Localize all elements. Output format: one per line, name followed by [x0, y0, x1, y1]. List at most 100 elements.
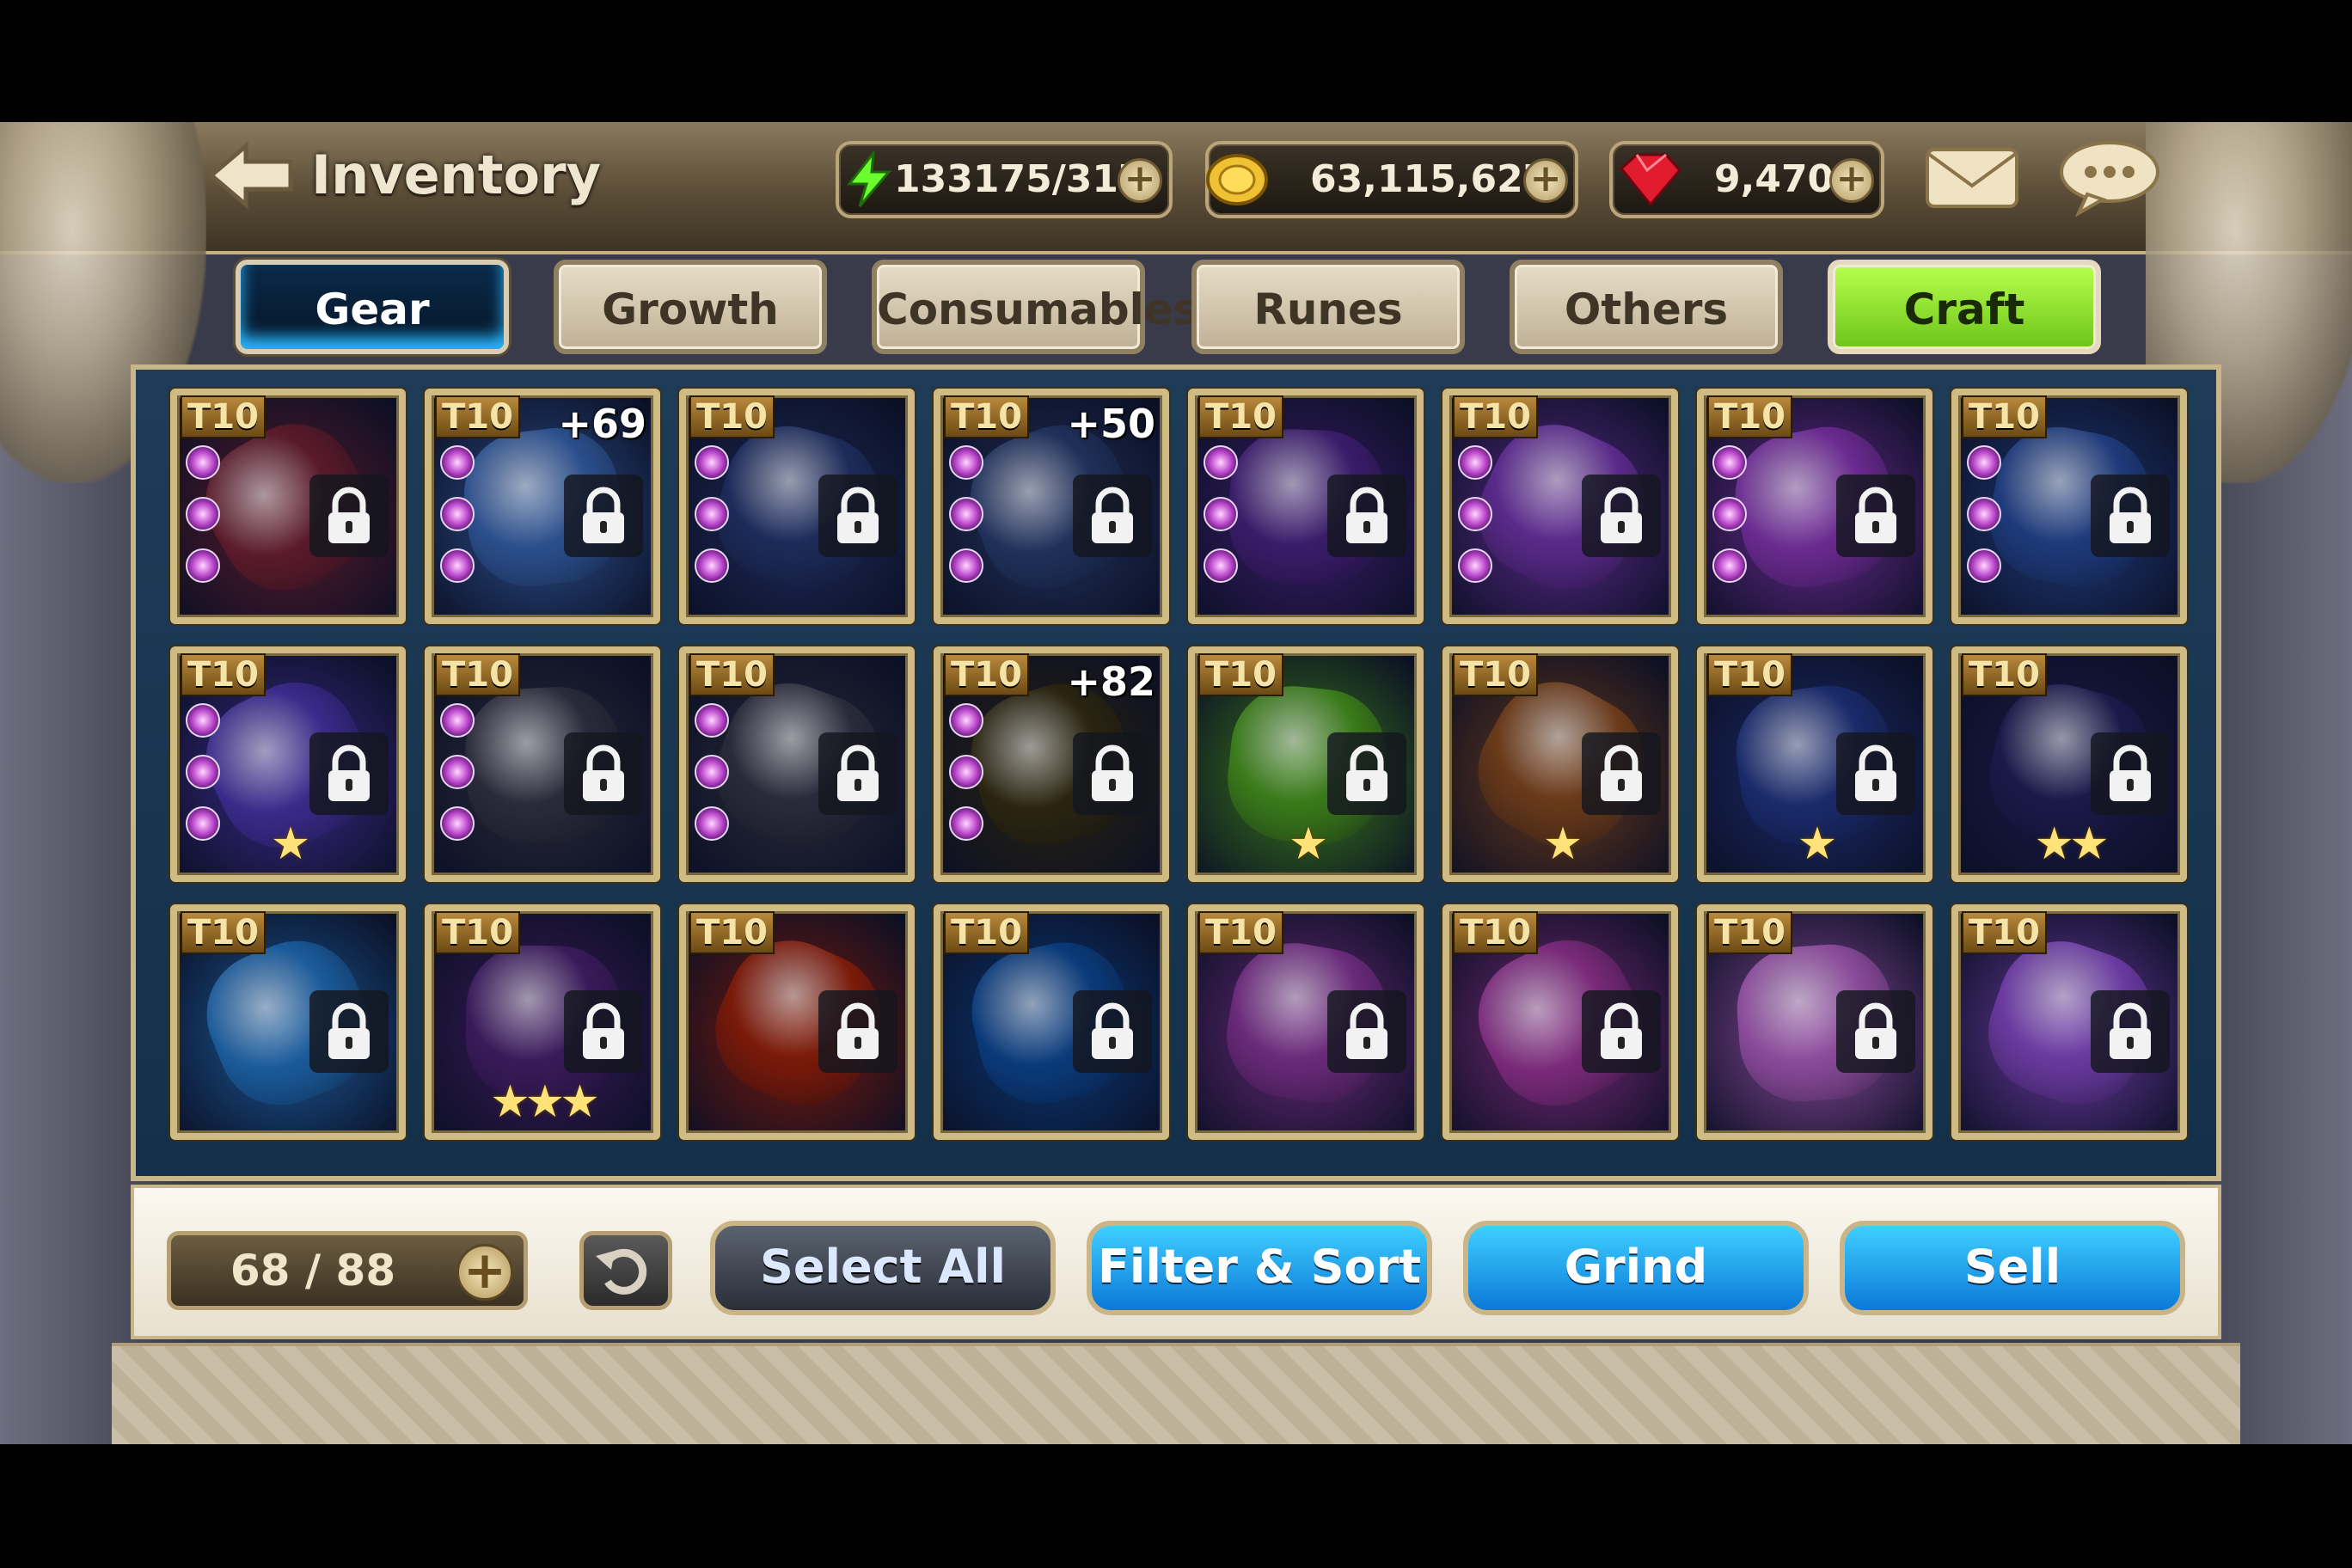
item-slot[interactable]: T10: [1188, 904, 1424, 1140]
lock-icon[interactable]: [1582, 732, 1661, 815]
rune-socket-icon: [949, 703, 983, 738]
lock-icon[interactable]: [564, 732, 643, 815]
item-slot[interactable]: T10: [934, 904, 1169, 1140]
lock-icon[interactable]: [1327, 732, 1406, 815]
item-slot[interactable]: T10: [1951, 389, 2187, 624]
rune-socket-icon: [1712, 497, 1747, 531]
item-slot[interactable]: T10: [1951, 904, 2187, 1140]
lock-icon[interactable]: [564, 990, 643, 1073]
tier-badge: T10: [1453, 911, 1538, 954]
refresh-icon: [596, 1248, 647, 1295]
enhance-level: +82: [1067, 658, 1155, 705]
item-slot[interactable]: T10 ★: [1442, 646, 1678, 882]
tier-badge: T10: [1198, 653, 1283, 696]
item-slot[interactable]: T10: [679, 904, 915, 1140]
tier-badge: T10: [944, 653, 1029, 696]
rune-sockets: [949, 445, 985, 600]
lock-icon[interactable]: [309, 475, 389, 557]
item-slot[interactable]: T10: [170, 904, 406, 1140]
filter-sort-button[interactable]: Filter & Sort: [1087, 1221, 1432, 1315]
page-title: Inventory: [311, 144, 602, 206]
grind-button[interactable]: Grind: [1463, 1221, 1809, 1315]
lock-icon[interactable]: [1836, 990, 1915, 1073]
rune-socket-icon: [440, 497, 475, 531]
rune-socket-icon: [440, 445, 475, 480]
item-slot[interactable]: T10 ★★★: [425, 904, 660, 1140]
rune-sockets: [695, 445, 731, 600]
refresh-button[interactable]: [579, 1231, 672, 1310]
rune-socket-icon: [695, 445, 729, 480]
lock-icon[interactable]: [309, 732, 389, 815]
item-slot[interactable]: T10: [170, 389, 406, 624]
gold-value: 63,115,627: [1310, 157, 1550, 201]
rune-sockets: [1458, 445, 1494, 600]
lock-icon[interactable]: [2091, 475, 2170, 557]
top-bar: Inventory 133175/317 + 63,115,627 + 9,47…: [0, 122, 2352, 483]
lock-icon[interactable]: [564, 475, 643, 557]
tab-consumables[interactable]: Consumables: [872, 260, 1198, 354]
lock-icon[interactable]: [1836, 475, 1915, 557]
chat-icon[interactable]: [2056, 138, 2163, 217]
item-slot[interactable]: T10 +82: [934, 646, 1169, 882]
lock-icon[interactable]: [1073, 990, 1152, 1073]
tier-badge: T10: [689, 653, 775, 696]
item-slot[interactable]: T10 +69: [425, 389, 660, 624]
sell-button[interactable]: Sell: [1840, 1221, 2185, 1315]
back-arrow-icon[interactable]: [205, 141, 299, 210]
rune-socket-icon: [440, 703, 475, 738]
rune-socket-icon: [949, 755, 983, 789]
lock-icon[interactable]: [1582, 990, 1661, 1073]
gold-counter: 63,115,627 +: [1205, 141, 1578, 218]
tier-badge: T10: [1707, 653, 1792, 696]
lock-icon[interactable]: [1073, 475, 1152, 557]
lock-icon[interactable]: [1327, 990, 1406, 1073]
rune-socket-icon: [440, 548, 475, 583]
item-slot[interactable]: T10: [1697, 389, 1932, 624]
lock-icon[interactable]: [309, 990, 389, 1073]
lock-icon[interactable]: [818, 475, 897, 557]
mail-icon[interactable]: [1922, 143, 2022, 213]
tab-gear[interactable]: Gear: [236, 260, 509, 354]
lock-icon[interactable]: [1327, 475, 1406, 557]
lock-icon[interactable]: [1836, 732, 1915, 815]
star-rating: ★: [1542, 818, 1583, 870]
item-slot[interactable]: T10: [679, 646, 915, 882]
lock-icon[interactable]: [818, 990, 897, 1073]
inventory-capacity: 68 / 88 +: [167, 1231, 528, 1310]
item-slot[interactable]: T10: [1442, 904, 1678, 1140]
lock-icon[interactable]: [1073, 732, 1152, 815]
rune-socket-icon: [1967, 497, 2001, 531]
rune-socket-icon: [1712, 445, 1747, 480]
item-slot[interactable]: T10: [1697, 904, 1932, 1140]
item-slot[interactable]: T10 ★★: [1951, 646, 2187, 882]
energy-value: 133175/317: [894, 157, 1145, 201]
item-slot[interactable]: T10 ★: [170, 646, 406, 882]
item-slot[interactable]: T10 ★: [1188, 646, 1424, 882]
star-rating: ★★★: [490, 1076, 600, 1128]
item-slot[interactable]: T10: [679, 389, 915, 624]
tab-craft[interactable]: Craft: [1828, 260, 2101, 354]
category-tabs: Gear Growth Consumables Runes Others Cra…: [112, 251, 2240, 363]
lock-icon[interactable]: [2091, 732, 2170, 815]
item-slot[interactable]: T10: [1442, 389, 1678, 624]
tab-growth[interactable]: Growth: [554, 260, 827, 354]
item-slot[interactable]: T10 ★: [1697, 646, 1932, 882]
tier-badge: T10: [1453, 395, 1538, 438]
rune-socket-icon: [1458, 497, 1492, 531]
tier-badge: T10: [1707, 395, 1792, 438]
select-all-button[interactable]: Select All: [710, 1221, 1056, 1315]
add-gem-button[interactable]: +: [1829, 158, 1874, 203]
add-gold-button[interactable]: +: [1523, 158, 1568, 203]
expand-capacity-button[interactable]: +: [456, 1244, 513, 1301]
rune-socket-icon: [1458, 548, 1492, 583]
lock-icon[interactable]: [2091, 990, 2170, 1073]
lock-icon[interactable]: [818, 732, 897, 815]
item-slot[interactable]: T10: [425, 646, 660, 882]
tab-runes[interactable]: Runes: [1191, 260, 1465, 354]
item-slot[interactable]: T10 +50: [934, 389, 1169, 624]
rune-socket-icon: [186, 497, 220, 531]
lock-icon[interactable]: [1582, 475, 1661, 557]
tab-others[interactable]: Others: [1510, 260, 1783, 354]
item-slot[interactable]: T10: [1188, 389, 1424, 624]
add-energy-button[interactable]: +: [1118, 158, 1162, 203]
